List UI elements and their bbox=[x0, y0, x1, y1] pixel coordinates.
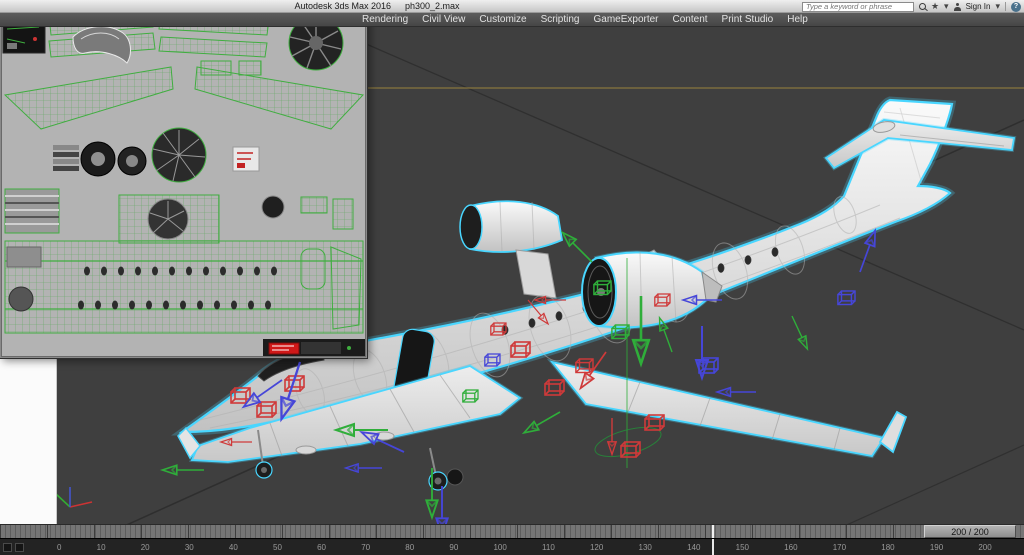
frame-ruler: 0 10 20 30 40 50 60 70 80 90 100 110 120 130 140 150 160… bbox=[57, 543, 992, 552]
sign-in-button[interactable]: Sign In bbox=[966, 2, 991, 11]
separator bbox=[1005, 2, 1006, 11]
app-name: Autodesk 3ds Max 2016 bbox=[294, 1, 391, 11]
frame-number: 60 bbox=[317, 543, 326, 552]
frame-number: 160 bbox=[784, 543, 797, 552]
uv-editor-window[interactable] bbox=[0, 8, 367, 358]
menu-item[interactable]: Customize bbox=[472, 14, 533, 25]
frame-number: 100 bbox=[493, 543, 506, 552]
menu-bar: RenderingCivil ViewCustomizeScriptingGam… bbox=[0, 13, 1024, 27]
title-bar[interactable]: Autodesk 3ds Max 2016 ph300_2.max ★ ▾ Sig… bbox=[0, 0, 1024, 13]
far-wing bbox=[552, 362, 906, 456]
app-window: Autodesk 3ds Max 2016 ph300_2.max ★ ▾ Sig… bbox=[0, 0, 1024, 555]
uv-editor-canvas[interactable] bbox=[1, 9, 366, 357]
time-slider-handle[interactable]: 200 / 200 bbox=[924, 525, 1016, 538]
trackbar-button-filters[interactable] bbox=[15, 543, 24, 552]
frame-number: 40 bbox=[229, 543, 238, 552]
frame-number: 10 bbox=[97, 543, 106, 552]
frame-number: 90 bbox=[449, 543, 458, 552]
frame-number: 140 bbox=[687, 543, 700, 552]
axis-tripod-icon bbox=[56, 487, 92, 507]
menu-item[interactable]: Content bbox=[666, 14, 715, 25]
uv-fan-disc bbox=[152, 128, 206, 182]
frame-number: 120 bbox=[590, 543, 603, 552]
menu-item[interactable]: GameExporter bbox=[586, 14, 665, 25]
document-name: ph300_2.max bbox=[405, 1, 460, 11]
frame-number: 70 bbox=[361, 543, 370, 552]
favorites-caret-icon[interactable]: ▾ bbox=[944, 2, 949, 11]
infocenter: ★ ▾ Sign In ▾ ? bbox=[802, 1, 1021, 12]
sign-in-caret-icon[interactable]: ▾ bbox=[995, 2, 1000, 11]
uv-fuselage-skins bbox=[5, 241, 363, 333]
frame-number: 0 bbox=[57, 543, 61, 552]
frame-number: 20 bbox=[141, 543, 150, 552]
window-title: Autodesk 3ds Max 2016 ph300_2.max bbox=[0, 1, 754, 11]
favorites-star-icon[interactable]: ★ bbox=[931, 2, 939, 11]
uv-decal-sheet bbox=[233, 147, 259, 171]
time-slider-track[interactable]: 200 / 200 bbox=[0, 524, 1024, 538]
frame-number: 170 bbox=[833, 543, 846, 552]
frame-number: 80 bbox=[405, 543, 414, 552]
user-icon bbox=[954, 3, 961, 11]
far-engine bbox=[460, 201, 562, 298]
menu-item[interactable]: Civil View bbox=[415, 14, 472, 25]
frame-number: 190 bbox=[930, 543, 943, 552]
menu-item[interactable]: Rendering bbox=[355, 14, 415, 25]
search-input[interactable] bbox=[802, 2, 914, 12]
uv-striped-panel bbox=[5, 189, 59, 233]
background-window-strip bbox=[0, 358, 57, 524]
frame-number: 50 bbox=[273, 543, 282, 552]
uv-bottom-strip bbox=[263, 339, 366, 357]
frame-number: 30 bbox=[185, 543, 194, 552]
search-icon[interactable] bbox=[919, 3, 926, 10]
time-slider-key-marker[interactable] bbox=[712, 525, 714, 539]
frame-number: 110 bbox=[542, 543, 555, 552]
frame-number: 200 bbox=[978, 543, 991, 552]
frame-number: 180 bbox=[881, 543, 894, 552]
frame-number: 130 bbox=[639, 543, 652, 552]
red-badge bbox=[269, 343, 299, 354]
track-bar[interactable]: 0 10 20 30 40 50 60 70 80 90 100 110 120 130 140 150 160… bbox=[0, 538, 1024, 555]
menu-item[interactable]: Scripting bbox=[534, 14, 587, 25]
menu-item[interactable]: Print Studio bbox=[715, 14, 781, 25]
uv-wheel-textures bbox=[53, 142, 146, 176]
trackbar-key-marker[interactable] bbox=[712, 539, 714, 555]
help-icon[interactable]: ? bbox=[1011, 2, 1021, 12]
menu-item[interactable]: Help bbox=[780, 14, 815, 25]
trackbar-button-open-minicurve[interactable] bbox=[3, 543, 12, 552]
frame-number: 150 bbox=[736, 543, 749, 552]
